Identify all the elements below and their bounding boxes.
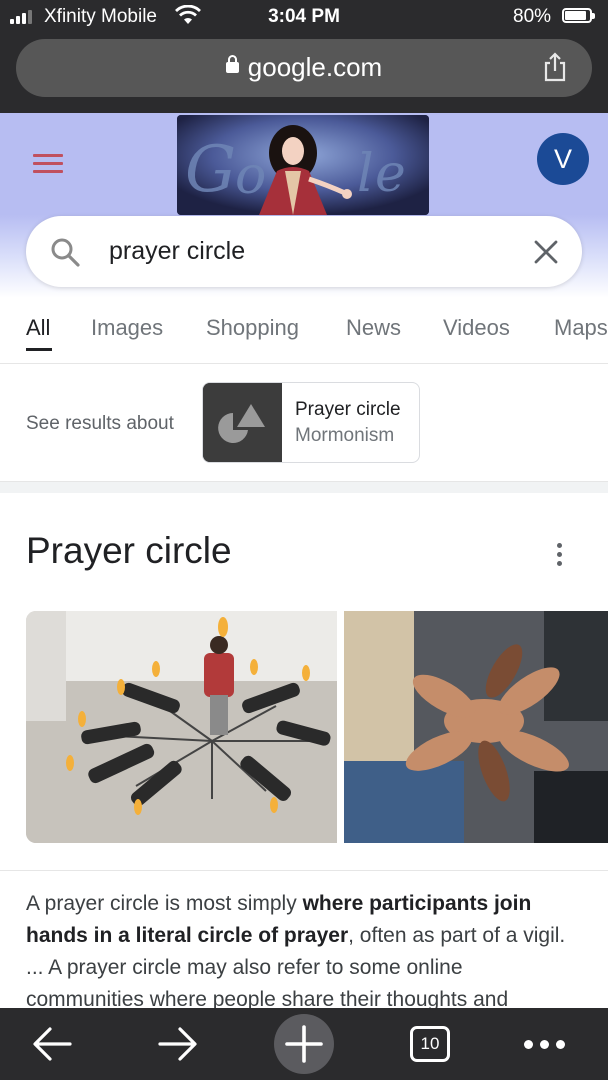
hamburger-menu-icon[interactable] [33, 154, 63, 174]
search-tabs: All Images Shopping News Videos Maps [0, 298, 608, 364]
section-divider [0, 481, 608, 493]
tab-videos[interactable]: Videos [443, 315, 510, 341]
back-arrow-icon[interactable] [26, 1008, 78, 1080]
svg-text:o: o [235, 146, 266, 206]
clear-icon[interactable] [534, 240, 558, 264]
svg-text:l: l [357, 144, 374, 204]
search-box[interactable] [26, 216, 582, 287]
svg-text:G: G [185, 133, 236, 207]
browser-top-bar: Xfinity Mobile 3:04 PM 80% google.com [0, 0, 608, 113]
search-input[interactable] [109, 230, 509, 272]
tab-maps[interactable]: Maps [554, 315, 608, 341]
knowledge-panel-title: Prayer circle [26, 530, 232, 571]
status-bar: Xfinity Mobile 3:04 PM 80% [0, 0, 608, 34]
knowledge-panel-description: A prayer circle is most simply where par… [26, 888, 586, 1008]
svg-text:e: e [375, 144, 406, 204]
share-icon[interactable] [542, 52, 568, 82]
lock-icon [225, 55, 239, 73]
shapes-placeholder-icon [203, 383, 282, 462]
see-results-label: See results about [26, 413, 174, 434]
description-text-1: A prayer circle is most simply [26, 892, 303, 915]
tabs-icon[interactable]: 10 [410, 1026, 450, 1062]
battery-icon [562, 8, 595, 23]
prayer-circle-image-1[interactable] [26, 611, 337, 843]
account-avatar[interactable]: V [537, 133, 589, 185]
prayer-circle-image-2[interactable] [344, 611, 608, 843]
google-doodle[interactable]: G o l e [177, 115, 429, 215]
browser-bottom-toolbar: 10 [0, 1008, 608, 1080]
section-divider-2 [0, 870, 608, 871]
tab-all[interactable]: All [26, 315, 50, 341]
see-results-about: See results about Prayer circle Mormonis… [0, 365, 608, 481]
entity-chip[interactable]: Prayer circle Mormonism [202, 382, 420, 463]
more-options-icon[interactable] [548, 543, 570, 567]
chip-title: Prayer circle [295, 399, 401, 420]
chip-subtitle: Mormonism [295, 425, 395, 446]
search-icon[interactable] [50, 237, 80, 267]
address-bar[interactable]: google.com [16, 39, 592, 97]
url-display[interactable]: google.com [16, 52, 592, 83]
url-text: google.com [247, 52, 383, 82]
google-header: G o l e V [0, 113, 608, 298]
tab-images[interactable]: Images [91, 315, 163, 341]
battery-percent: 80% [513, 6, 552, 27]
new-tab-plus-icon[interactable] [274, 1014, 334, 1074]
active-tab-indicator [26, 348, 52, 351]
more-icon[interactable] [520, 1008, 570, 1080]
forward-arrow-icon[interactable] [152, 1008, 204, 1080]
tab-news[interactable]: News [346, 315, 401, 341]
tab-shopping[interactable]: Shopping [206, 315, 299, 341]
